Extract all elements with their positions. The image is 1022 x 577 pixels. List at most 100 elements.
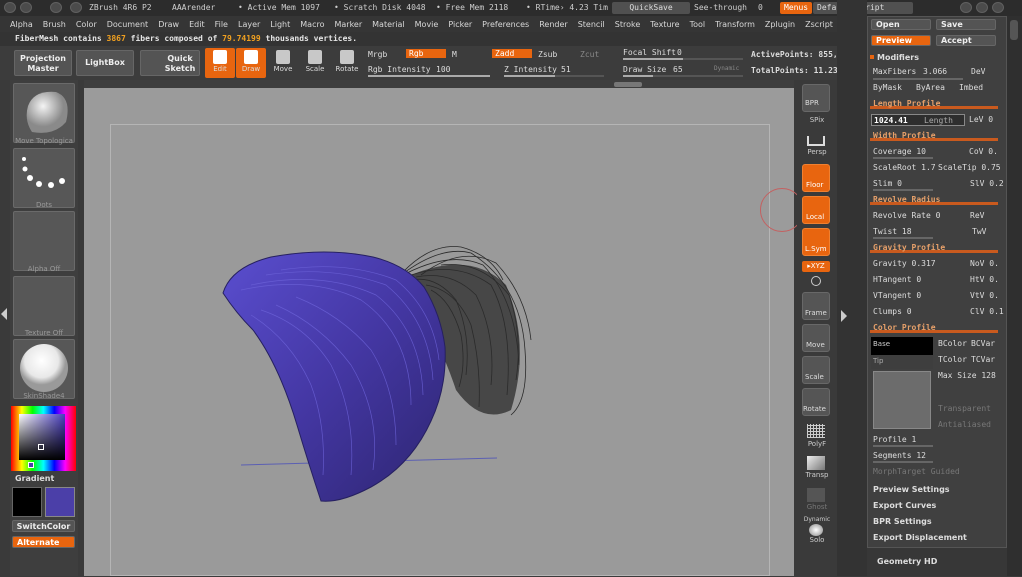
menu-tool[interactable]: Tool [690, 20, 706, 29]
window-button[interactable] [70, 2, 82, 13]
persp-button[interactable]: Persp [797, 148, 837, 156]
max-size-slider[interactable]: Max Size 128 [938, 371, 996, 380]
menu-file[interactable]: File [215, 20, 228, 29]
menu-render[interactable]: Render [539, 20, 567, 29]
canvas-hscroll-thumb[interactable] [614, 82, 642, 87]
move-button[interactable]: Move [268, 48, 298, 78]
menu-document[interactable]: Document [107, 20, 148, 29]
window-button[interactable] [960, 2, 972, 13]
modifiers-header[interactable]: Modifiers [877, 53, 919, 62]
seethrough-value[interactable]: 0 [758, 3, 763, 12]
tcolor-button[interactable]: TColor [938, 355, 967, 364]
main-color-swatch[interactable] [45, 487, 75, 517]
menu-transform[interactable]: Transform [715, 20, 755, 29]
morphtarget-guided-toggle[interactable]: MorphTarget Guided [873, 467, 960, 476]
menu-material[interactable]: Material [372, 20, 405, 29]
draw-button[interactable]: Draw [236, 48, 266, 78]
rotate-button[interactable]: Rotate [332, 48, 362, 78]
draw-size-slider[interactable] [623, 75, 743, 77]
slim-slider[interactable]: Slim 0 [873, 179, 902, 188]
color-picker[interactable] [11, 406, 76, 471]
material-thumbnail[interactable] [13, 339, 75, 399]
rgb-intensity-value[interactable]: 100 [436, 65, 450, 74]
nov-slider[interactable]: NoV 0. [970, 259, 999, 268]
menu-marker[interactable]: Marker [334, 20, 362, 29]
z-intensity-value[interactable]: 51 [561, 65, 571, 74]
mrgb-toggle[interactable]: Mrgb [368, 50, 387, 59]
polyf-button[interactable]: PolyF [797, 440, 837, 448]
accept-button[interactable]: Accept [936, 35, 996, 46]
projection-master-button[interactable]: Projection Master [14, 50, 72, 76]
menu-zplugin[interactable]: Zplugin [765, 20, 795, 29]
bymask-button[interactable]: ByMask [873, 83, 902, 92]
scaleroot-slider[interactable]: ScaleRoot 1.7 [873, 163, 936, 172]
menu-draw[interactable]: Draw [158, 20, 179, 29]
solo-button[interactable]: Solo [797, 536, 837, 544]
scaletip-slider[interactable]: ScaleTip 0.75 [938, 163, 1001, 172]
bcvar-slider[interactable]: BCVar [971, 339, 995, 348]
antialiased-toggle[interactable]: Antialiased [938, 420, 991, 429]
menu-brush[interactable]: Brush [43, 20, 66, 29]
revolve-rate-slider[interactable]: Revolve Rate 0 [873, 211, 940, 220]
save-button[interactable]: Save [936, 19, 996, 30]
draw-size-value[interactable]: 65 [673, 65, 683, 74]
menu-preferences[interactable]: Preferences [482, 20, 529, 29]
rgb-intensity-slider[interactable] [368, 75, 490, 77]
fibermesh-model[interactable] [111, 125, 771, 577]
texture-preview[interactable] [873, 371, 931, 429]
focal-shift-value[interactable]: 0 [677, 48, 682, 57]
window-button[interactable] [20, 2, 32, 13]
length-field[interactable]: 1024.41 Length [871, 114, 965, 126]
twist-slider[interactable]: Twist 18 [873, 227, 912, 236]
clumps-slider[interactable]: Clumps 0 [873, 307, 912, 316]
bcolor-button[interactable]: BColor [938, 339, 967, 348]
dev-button[interactable]: DeV [971, 67, 985, 76]
vtv-slider[interactable]: VtV 0. [970, 291, 999, 300]
floor-button[interactable]: Floor [802, 164, 830, 192]
preview-button[interactable]: Preview [871, 35, 931, 46]
edit-button[interactable]: Edit [205, 48, 235, 78]
maxfibers-slider[interactable] [873, 78, 963, 80]
window-button[interactable] [992, 2, 1004, 13]
length-profile-header[interactable]: Length Profile [870, 99, 998, 109]
expand-arrow-icon[interactable] [841, 310, 847, 322]
imbed-button[interactable]: Imbed [959, 83, 983, 92]
bpr-button[interactable]: BPR [802, 84, 830, 112]
lev-button[interactable]: LeV 0 [969, 115, 993, 124]
menus-button[interactable]: Menus [780, 2, 813, 14]
color-square[interactable] [19, 414, 65, 460]
window-button[interactable] [976, 2, 988, 13]
switchcolor-button[interactable]: SwitchColor [12, 520, 75, 532]
transparent-toggle[interactable]: Transparent [938, 404, 991, 413]
texture-thumbnail[interactable] [13, 276, 75, 336]
zadd-toggle[interactable]: Zadd [492, 49, 532, 58]
gravity-profile-header[interactable]: Gravity Profile [870, 243, 998, 253]
twv-slider[interactable]: TwV [972, 227, 986, 236]
alternate-button[interactable]: Alternate [12, 536, 75, 548]
quick-sketch-button[interactable]: Quick Sketch [140, 50, 200, 76]
menu-layer[interactable]: Layer [238, 20, 260, 29]
zsub-toggle[interactable]: Zsub [538, 50, 557, 59]
brush-thumbnail[interactable] [13, 83, 75, 143]
menu-texture[interactable]: Texture [650, 20, 679, 29]
canvas-hscroll[interactable] [84, 80, 794, 88]
menu-movie[interactable]: Movie [415, 20, 439, 29]
color-profile-header[interactable]: Color Profile [870, 323, 998, 333]
profile-slider[interactable]: Profile 1 [873, 435, 916, 444]
move-view-button[interactable]: Move [802, 324, 830, 352]
rotate-view-button[interactable]: Rotate [802, 388, 830, 416]
export-displacement-item[interactable]: Export Displacement [873, 533, 967, 542]
geometry-hd-item[interactable]: Geometry HD [877, 557, 937, 566]
byarea-button[interactable]: ByArea [916, 83, 945, 92]
coverage-slider[interactable]: Coverage 10 [873, 147, 926, 156]
window-button[interactable] [50, 2, 62, 13]
panel-scrollbar-thumb[interactable] [1010, 20, 1018, 40]
menu-stencil[interactable]: Stencil [578, 20, 605, 29]
scale-button[interactable]: Scale [300, 48, 330, 78]
lsym-button[interactable]: L.Sym [802, 228, 830, 256]
menu-macro[interactable]: Macro [300, 20, 324, 29]
htv-slider[interactable]: HtV 0. [970, 275, 999, 284]
rotate-axis-icon[interactable] [811, 276, 821, 286]
maxfibers-label[interactable]: MaxFibers [873, 67, 916, 76]
lightbox-button[interactable]: LightBox [76, 50, 134, 76]
